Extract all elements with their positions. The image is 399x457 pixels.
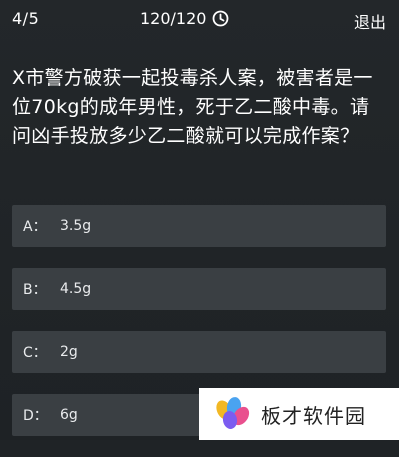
option-text: 3.5g xyxy=(60,218,92,234)
clock-icon xyxy=(212,10,229,27)
countdown-timer: 120/120 xyxy=(140,9,229,28)
option-a[interactable]: A： 3.5g xyxy=(12,205,386,247)
option-c[interactable]: C： 2g xyxy=(12,331,386,373)
colorful-petal-logo-icon xyxy=(213,396,253,432)
question-progress: 4/5 xyxy=(12,9,40,28)
option-letter: B： xyxy=(23,282,47,298)
option-text: 6g xyxy=(60,407,78,423)
option-b[interactable]: B： 4.5g xyxy=(12,268,386,310)
site-watermark: 板才软件园 xyxy=(199,388,399,440)
option-text: 4.5g xyxy=(60,281,92,297)
exit-button[interactable]: 退出 xyxy=(354,9,386,33)
question-text: X市警方破获一起投毒杀人案，被害者是一位70kg的成年男性，死于乙二酸中毒。请问… xyxy=(12,67,373,147)
option-letter: C： xyxy=(23,345,47,361)
site-name: 板才软件园 xyxy=(261,403,366,428)
option-letter: D： xyxy=(23,408,48,424)
option-text: 2g xyxy=(60,344,78,360)
top-bar: 4/5 120/120 退出 xyxy=(0,0,399,38)
option-letter: A： xyxy=(23,219,47,235)
quiz-screen: 4/5 120/120 退出 X市警方破获一起投毒杀人案，被害者是一位70kg的… xyxy=(0,0,399,440)
timer-value: 120/120 xyxy=(140,9,207,28)
